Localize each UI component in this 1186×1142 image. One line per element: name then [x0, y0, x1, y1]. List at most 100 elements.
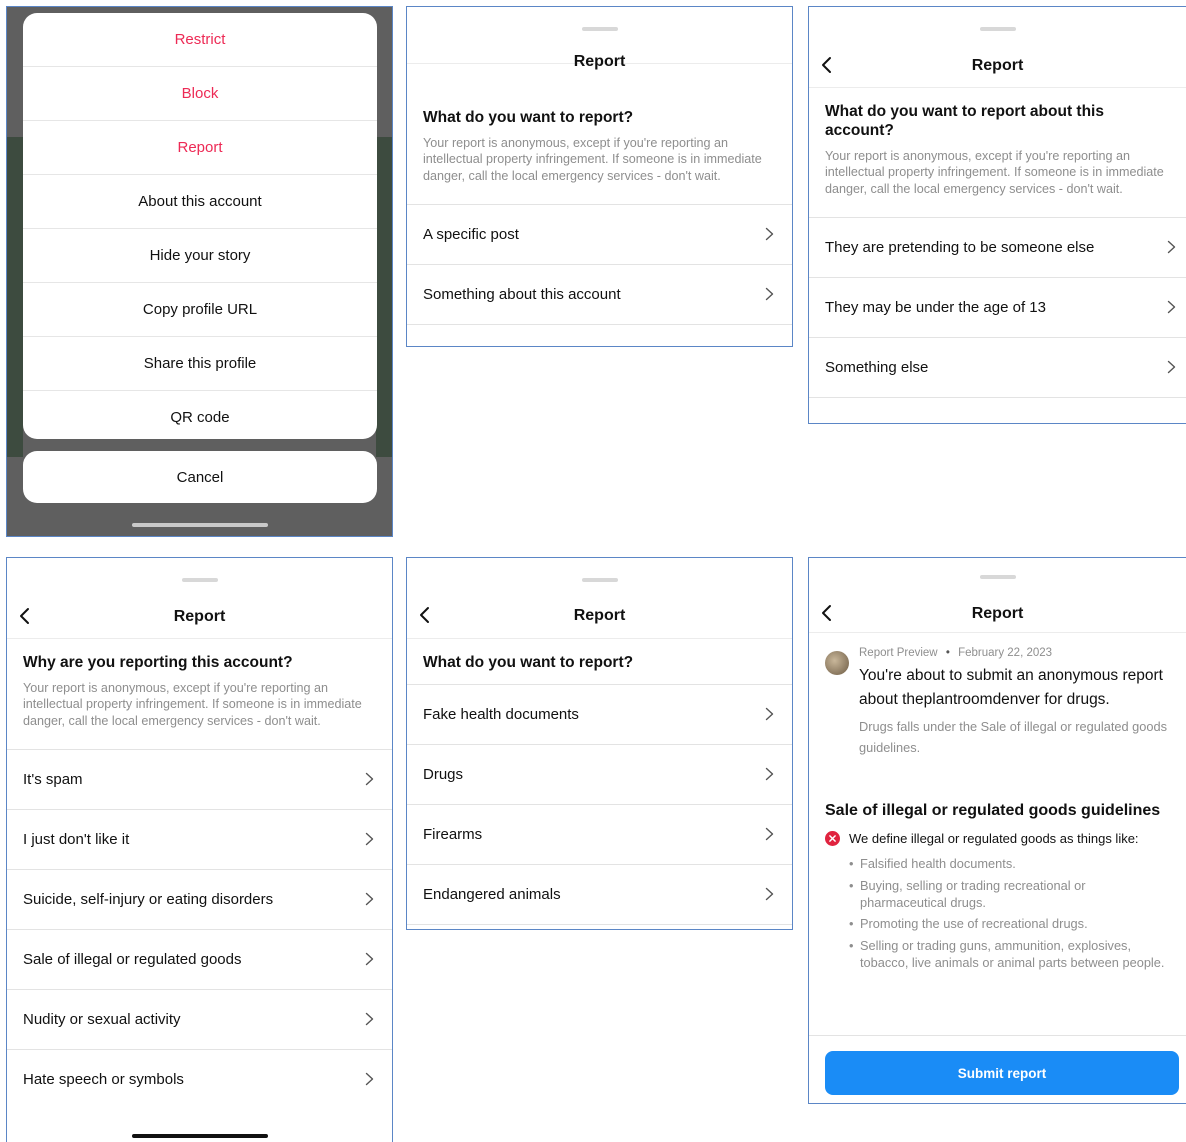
- report-sheet: Report What do you want to report? Fake …: [407, 564, 792, 929]
- option-label: Something about this account: [423, 286, 621, 304]
- definition-text: We define illegal or regulated goods as …: [849, 831, 1139, 846]
- copy-profile-url-button[interactable]: Copy profile URL: [23, 283, 377, 337]
- chevron-right-icon: [1167, 301, 1176, 314]
- restrict-button[interactable]: Restrict: [23, 13, 377, 67]
- report-button[interactable]: Report: [23, 121, 377, 175]
- chevron-right-icon: [765, 887, 774, 901]
- option-label: Sale of illegal or regulated goods: [23, 951, 242, 969]
- option-label: A specific post: [423, 226, 519, 244]
- report-sheet: Report Report Preview • February 22, 202…: [809, 564, 1186, 1103]
- chevron-right-icon: [765, 827, 774, 841]
- chevron-right-icon: [1167, 241, 1176, 254]
- footer-divider: [809, 1035, 1186, 1036]
- chevron-right-icon: [365, 773, 374, 786]
- option-specific-post[interactable]: A specific post: [407, 205, 792, 266]
- panel-report-account: Report What do you want to report about …: [808, 6, 1186, 424]
- panel-report-goods: Report What do you want to report? Fake …: [406, 557, 793, 930]
- option-firearms[interactable]: Firearms: [407, 805, 792, 865]
- option-label: Drugs: [423, 766, 464, 783]
- share-profile-button[interactable]: Share this profile: [23, 337, 377, 391]
- report-preview: Report Preview • February 22, 2023 You'r…: [809, 633, 1186, 758]
- chevron-right-icon: [365, 833, 374, 846]
- report-sheet: Report Why are you reporting this accoun…: [7, 564, 392, 1142]
- option-label: Hate speech or symbols: [23, 1071, 184, 1089]
- page-title: Report: [573, 53, 626, 70]
- option-nudity[interactable]: Nudity or sexual activity: [7, 990, 392, 1051]
- option-about-account[interactable]: Something about this account: [407, 265, 792, 326]
- chevron-right-icon: [765, 707, 774, 721]
- action-menu: Restrict Block Report About this account…: [23, 13, 377, 439]
- option-label: It's spam: [23, 771, 83, 789]
- guidelines-title: Sale of illegal or regulated goods guide…: [825, 802, 1161, 819]
- option-label: Suicide, self-injury or eating disorders: [23, 891, 274, 909]
- report-question: What do you want to report about this ac…: [825, 103, 1104, 139]
- list-item: Selling or trading guns, ammunition, exp…: [849, 937, 1172, 971]
- guidelines-bullets: Falsified health documents. Buying, sell…: [809, 847, 1186, 971]
- about-account-button[interactable]: About this account: [23, 175, 377, 229]
- option-hate-speech[interactable]: Hate speech or symbols: [7, 1050, 392, 1109]
- option-label: I just don't like it: [23, 831, 130, 849]
- sheet-header: Report: [7, 568, 392, 639]
- chevron-right-icon: [765, 228, 774, 241]
- chevron-right-icon: [365, 1073, 374, 1086]
- option-pretending[interactable]: They are pretending to be someone else: [809, 218, 1186, 279]
- chevron-right-icon: [365, 953, 374, 966]
- chevron-right-icon: [1167, 361, 1176, 374]
- anonymity-note: Your report is anonymous, except if you'…: [23, 681, 362, 728]
- background-image-right: [376, 137, 392, 457]
- option-label: They may be under the age of 13: [825, 299, 1046, 317]
- option-label: Firearms: [423, 826, 483, 843]
- option-something-else[interactable]: Something else: [809, 338, 1186, 399]
- option-fake-health-docs[interactable]: Fake health documents: [407, 685, 792, 745]
- home-indicator: [131, 523, 268, 527]
- option-spam[interactable]: It's spam: [7, 750, 392, 811]
- report-options-list: A specific post Something about this acc…: [407, 204, 792, 326]
- sheet-header: Report: [407, 17, 792, 70]
- block-button[interactable]: Block: [23, 67, 377, 121]
- option-self-injury[interactable]: Suicide, self-injury or eating disorders: [7, 870, 392, 931]
- report-options-list: Fake health documents Drugs Firearms End…: [407, 684, 792, 925]
- list-item: Buying, selling or trading recreational …: [849, 877, 1172, 911]
- list-item: Promoting the use of recreational drugs.: [849, 915, 1172, 932]
- option-drugs[interactable]: Drugs: [407, 745, 792, 805]
- page-title: Report: [971, 57, 1024, 74]
- option-label: Nudity or sexual activity: [23, 1011, 181, 1029]
- report-sheet: Report What do you want to report about …: [809, 13, 1186, 423]
- home-indicator: [131, 1134, 268, 1138]
- option-label: They are pretending to be someone else: [825, 239, 1095, 257]
- submit-report-button[interactable]: Submit report: [825, 1051, 1179, 1095]
- sheet-header: Report: [407, 568, 792, 639]
- cancel-button[interactable]: Cancel: [23, 451, 377, 503]
- sheet-header: Report: [809, 568, 1186, 633]
- panel-report-reason: Report Why are you reporting this accoun…: [6, 557, 393, 1142]
- preview-date: February 22, 2023: [958, 647, 1053, 659]
- report-question: What do you want to report?: [423, 109, 634, 126]
- anonymity-note: Your report is anonymous, except if you'…: [825, 149, 1164, 196]
- preview-meta: Report Preview • February 22, 2023: [859, 647, 1172, 659]
- meta-separator: •: [945, 647, 950, 659]
- page-title: Report: [573, 607, 626, 624]
- option-illegal-goods[interactable]: Sale of illegal or regulated goods: [7, 930, 392, 991]
- chevron-right-icon: [765, 767, 774, 781]
- page-title: Report: [173, 608, 226, 625]
- preview-main-text: You're about to submit an anonymous repo…: [859, 667, 1163, 708]
- panel-report-preview: Report Report Preview • February 22, 202…: [808, 557, 1186, 1104]
- chevron-right-icon: [365, 893, 374, 906]
- list-item: Falsified health documents.: [849, 855, 1172, 872]
- option-under-13[interactable]: They may be under the age of 13: [809, 278, 1186, 339]
- qr-code-button[interactable]: QR code: [23, 391, 377, 439]
- report-question: What do you want to report?: [423, 654, 634, 671]
- option-endangered-animals[interactable]: Endangered animals: [407, 865, 792, 925]
- avatar: [825, 651, 849, 675]
- option-label: Something else: [825, 359, 929, 377]
- page-title: Report: [971, 605, 1024, 622]
- panel-report-start: Report What do you want to report? Your …: [406, 6, 793, 347]
- option-dont-like[interactable]: I just don't like it: [7, 810, 392, 871]
- anonymity-note: Your report is anonymous, except if you'…: [423, 136, 762, 183]
- chevron-right-icon: [765, 288, 774, 301]
- sheet-header: Report: [809, 17, 1186, 88]
- panel-profile-menu: Restrict Block Report About this account…: [6, 6, 393, 537]
- error-x-icon: [825, 831, 840, 846]
- option-label: Endangered animals: [423, 886, 561, 903]
- hide-story-button[interactable]: Hide your story: [23, 229, 377, 283]
